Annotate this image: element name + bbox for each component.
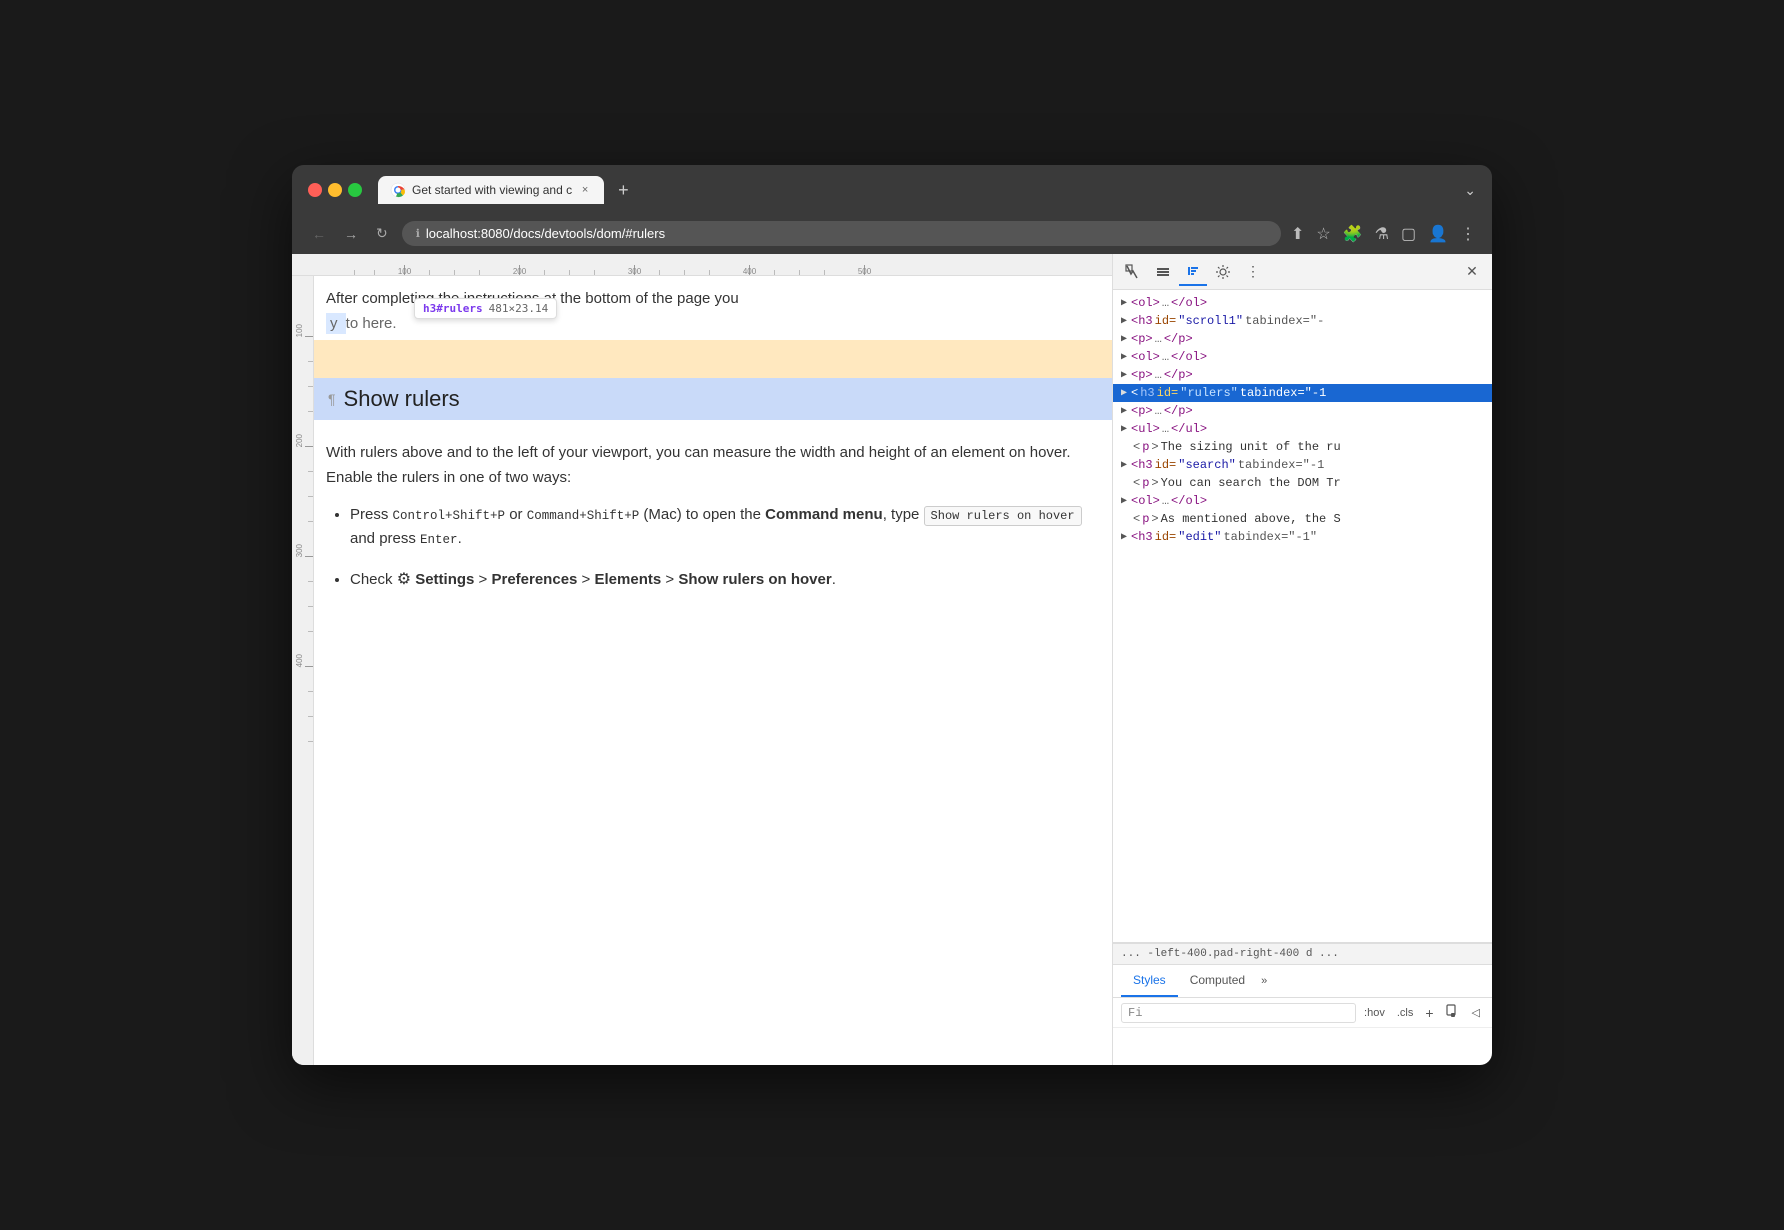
main-content: 100 200 300 400: [292, 254, 1492, 1065]
tooltip-size: 481×23.14: [489, 302, 549, 315]
page-content: h3#rulers 481×23.14 After completing the…: [314, 276, 1112, 1065]
dom-line-p-dom[interactable]: < p > You can search the DOM Tr: [1113, 474, 1492, 492]
styles-filter-label[interactable]: Fi: [1121, 1003, 1356, 1023]
maximize-window-button[interactable]: [348, 183, 362, 197]
ruler-top: 100 200 300 400: [292, 254, 1112, 276]
page-area: 100 200 300 400: [292, 254, 1112, 1065]
settings-gear-icon: ⚙: [397, 571, 411, 588]
ruler-mark-400: 400: [749, 265, 750, 275]
profile-icon[interactable]: 👤: [1428, 224, 1448, 244]
chrome-favicon-icon: [390, 182, 406, 198]
element-tooltip: h3#rulers 481×23.14: [414, 298, 557, 319]
address-input[interactable]: ℹ localhost:8080/docs/devtools/dom/#rule…: [402, 221, 1281, 246]
inspector-button[interactable]: [1119, 258, 1147, 286]
code-control-shift-p: Control+Shift+P: [393, 509, 506, 523]
settings-button[interactable]: [1209, 258, 1237, 286]
ruler-mark-200: 200: [519, 265, 520, 275]
address-toolbar: ⬆ ☆ 🧩 ⚗ ▢ 👤 ⋮: [1291, 224, 1476, 244]
dom-line-h3-scroll1[interactable]: ▶ <h3 id= "scroll1" tabindex="-: [1113, 312, 1492, 330]
styles-hov-button[interactable]: :hov: [1360, 1005, 1389, 1021]
styles-tab-computed[interactable]: Computed: [1178, 965, 1257, 997]
bullet-item-1: Press Control+Shift+P or Command+Shift+P…: [350, 503, 1100, 551]
browser-window: Get started with viewing and c × + ⌄ ← →…: [292, 165, 1492, 1065]
styles-panel: Styles Computed » Fi :hov .cls + ◁: [1113, 965, 1492, 1065]
active-tab[interactable]: Get started with viewing and c ×: [378, 176, 604, 204]
window-icon[interactable]: ▢: [1401, 224, 1416, 244]
dom-tree[interactable]: ▶ <ol> … </ol> ▶ <h3 id= "scroll1" tabin…: [1113, 290, 1492, 943]
styles-toolbar: Fi :hov .cls + ◁: [1113, 998, 1492, 1028]
dom-line-p2[interactable]: ▶ <p> … </p>: [1113, 366, 1492, 384]
dom-line-p1[interactable]: ▶ <p> … </p>: [1113, 330, 1492, 348]
dom-line-h3-edit[interactable]: ▶ <h3 id= "edit" tabindex="-1": [1113, 528, 1492, 546]
reload-button[interactable]: ↻: [372, 221, 392, 246]
heading-highlight: ¶ Show rulers: [314, 378, 1112, 420]
dom-line-p3[interactable]: ▶ <p> … </p>: [1113, 402, 1492, 420]
code-enter: Enter: [420, 533, 458, 547]
styles-tab-styles[interactable]: Styles: [1121, 965, 1178, 997]
ruler-mark-100: 100: [404, 265, 405, 275]
layers-button[interactable]: [1149, 258, 1177, 286]
traffic-lights: [308, 183, 362, 197]
breadcrumb-text: ... -left-400.pad-right-400 d ...: [1121, 948, 1339, 960]
tab-close-button[interactable]: ×: [578, 183, 592, 197]
preferences-bold: Preferences: [491, 571, 577, 588]
bookmark-icon[interactable]: ☆: [1316, 224, 1330, 244]
styles-tabs: Styles Computed »: [1113, 965, 1492, 998]
more-options-button[interactable]: ⋮: [1239, 258, 1267, 286]
show-rulers-bold: Show rulers on hover: [678, 571, 831, 588]
tab-title: Get started with viewing and c: [412, 183, 572, 197]
breadcrumb-bar: ... -left-400.pad-right-400 d ...: [1113, 943, 1492, 965]
ruler-mark-500: 500: [864, 265, 865, 275]
address-bar: ← → ↻ ℹ localhost:8080/docs/devtools/dom…: [292, 215, 1492, 254]
tab-bar: Get started with viewing and c × + ⌄: [378, 176, 1476, 204]
dom-line-h3-rulers[interactable]: ▶ < h3 id= "rulers" tabindex="-1: [1113, 384, 1492, 402]
dom-line-ol3[interactable]: ▶ <ol> … </ol>: [1113, 492, 1492, 510]
dom-line-h3-search[interactable]: ▶ <h3 id= "search" tabindex="-1: [1113, 456, 1492, 474]
new-tab-button[interactable]: +: [612, 180, 635, 201]
close-window-button[interactable]: [308, 183, 322, 197]
url-text: localhost:8080/docs/devtools/dom/#rulers: [426, 226, 665, 241]
ruler-mark-300: 300: [634, 265, 635, 275]
devtools-panel: ⋮ ✕ ▶ <ol> … </ol> ▶ <h3 id= "scroll1" t…: [1112, 254, 1492, 1065]
menu-icon[interactable]: ⋮: [1460, 224, 1476, 244]
dom-line-p-sizing[interactable]: < p > The sizing unit of the ru: [1113, 438, 1492, 456]
ruler-left: 100 200 300 400: [292, 276, 314, 1065]
styles-paint-button[interactable]: [1442, 1002, 1464, 1023]
share-icon[interactable]: ⬆: [1291, 224, 1304, 244]
ruler-top-ticks: 100 200 300 400: [314, 254, 1112, 275]
dom-line-ol2[interactable]: ▶ <ol> … </ol>: [1113, 348, 1492, 366]
tooltip-tag: h3#rulers: [423, 302, 483, 315]
bullet-list: Press Control+Shift+P or Command+Shift+P…: [326, 503, 1100, 593]
settings-bold: Settings: [411, 571, 474, 588]
dom-line-ol1[interactable]: ▶ <ol> … </ol>: [1113, 294, 1492, 312]
minimize-window-button[interactable]: [328, 183, 342, 197]
extensions-icon[interactable]: 🧩: [1343, 224, 1363, 244]
close-devtools-button[interactable]: ✕: [1458, 258, 1486, 286]
elements-panel-button[interactable]: [1179, 258, 1207, 286]
forward-button[interactable]: →: [340, 222, 362, 246]
styles-add-button[interactable]: +: [1421, 1003, 1437, 1023]
code-show-rulers: Show rulers on hover: [924, 506, 1082, 526]
lab-icon[interactable]: ⚗: [1375, 224, 1389, 244]
dom-line-ul1[interactable]: ▶ <ul> … </ul>: [1113, 420, 1492, 438]
back-button[interactable]: ←: [308, 222, 330, 246]
styles-triangle-button[interactable]: ◁: [1468, 1004, 1484, 1021]
body-paragraph: With rulers above and to the left of you…: [326, 440, 1100, 491]
page-with-ruler: 100 200 300 400: [292, 276, 1112, 1065]
tab-list-button[interactable]: ⌄: [1464, 182, 1476, 199]
article-body: With rulers above and to the left of you…: [314, 420, 1112, 621]
heading-anchor-icon: ¶: [328, 391, 336, 407]
command-menu-bold: Command menu: [765, 506, 883, 523]
styles-more-chevron[interactable]: »: [1257, 967, 1271, 995]
elements-bold: Elements: [595, 571, 662, 588]
code-command-shift-p: Command+Shift+P: [527, 509, 640, 523]
bullet-item-2: Check ⚙ Settings > Preferences > Element…: [350, 567, 1100, 593]
devtools-toolbar: ⋮ ✕: [1113, 254, 1492, 290]
dom-line-p-as-mentioned[interactable]: < p > As mentioned above, the S: [1113, 510, 1492, 528]
orange-highlight: [314, 340, 1112, 378]
heading-text: Show rulers: [344, 386, 460, 412]
title-bar: Get started with viewing and c × + ⌄: [292, 165, 1492, 215]
styles-cls-button[interactable]: .cls: [1393, 1005, 1418, 1021]
lock-icon: ℹ: [416, 227, 420, 240]
